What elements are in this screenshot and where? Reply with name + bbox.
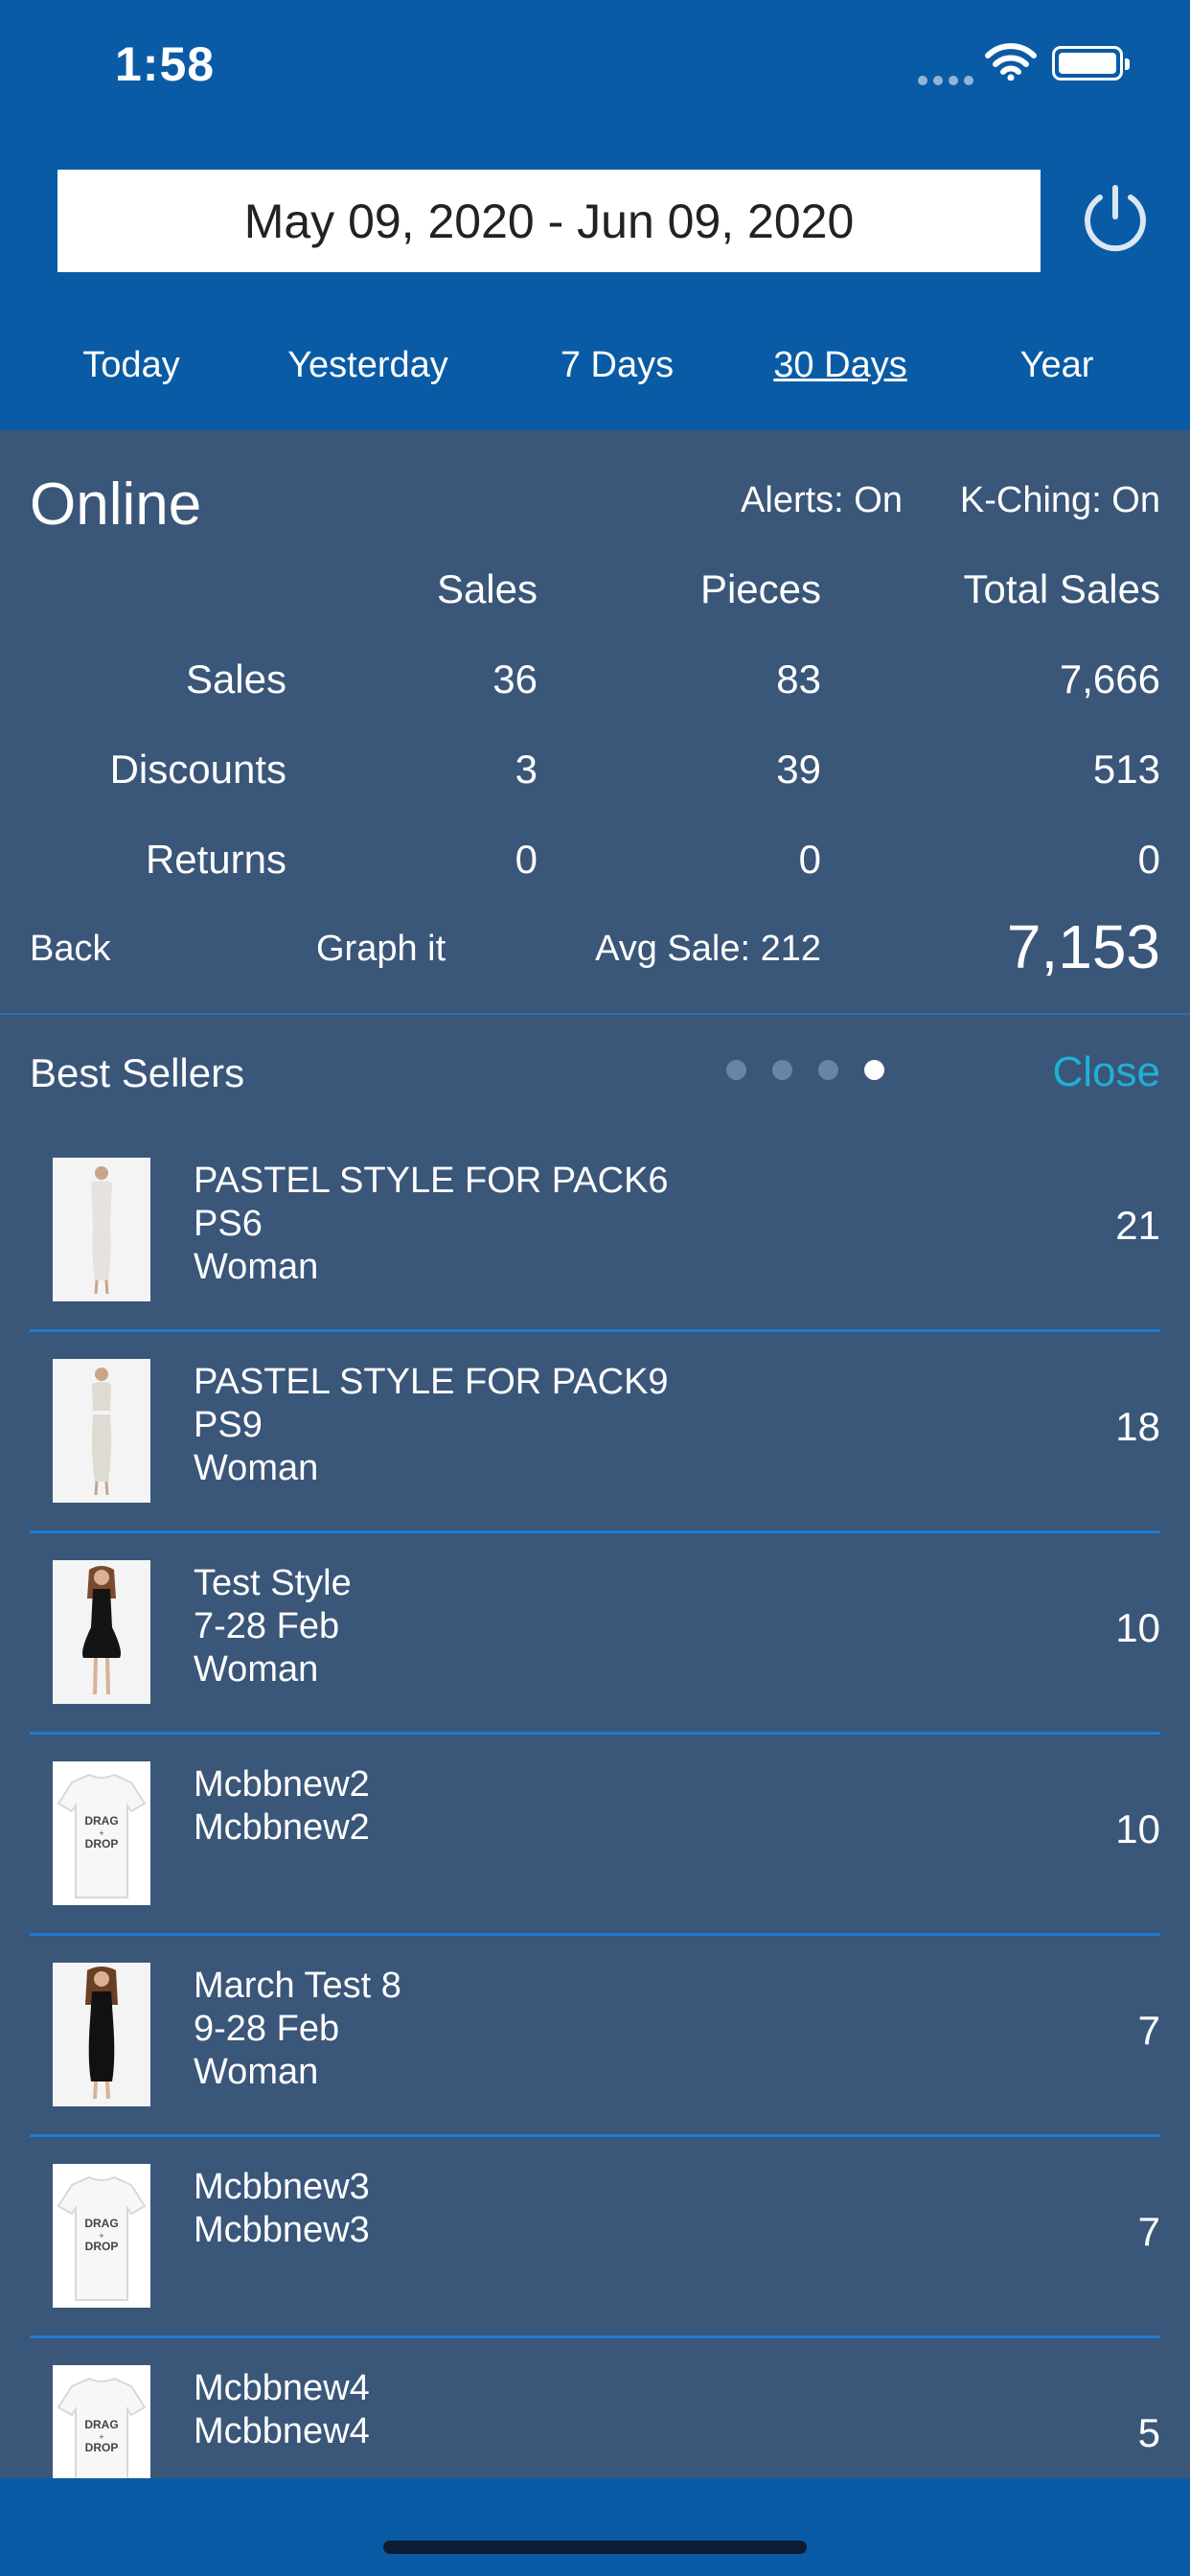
product-quantity: 5 xyxy=(1137,2410,1160,2455)
bottom-bar xyxy=(0,2478,1190,2576)
divider xyxy=(0,1013,1190,1015)
list-item[interactable]: Test Style 7-28 Feb Woman 10 xyxy=(30,1533,1160,1735)
tshirt-print-top: DRAG xyxy=(84,1814,118,1828)
product-name: Mcbbnew3 xyxy=(194,2167,370,2207)
product-info: Mcbbnew3 Mcbbnew3 xyxy=(194,2166,370,2252)
product-info: PASTEL STYLE FOR PACK6 PS6 Woman xyxy=(194,1160,669,1289)
product-code: Mcbbnew3 xyxy=(194,2210,370,2250)
row-label-returns: Returns xyxy=(145,837,286,882)
tab-year[interactable]: Year xyxy=(1020,345,1094,386)
tab-7-days[interactable]: 7 Days xyxy=(561,345,674,386)
sales-count: 36 xyxy=(492,656,538,702)
returns-count: 0 xyxy=(515,837,538,882)
product-name: March Test 8 xyxy=(194,1966,401,2006)
list-item[interactable]: March Test 8 9-28 Feb Woman 7 xyxy=(30,1936,1160,2137)
product-name: Test Style xyxy=(194,1563,352,1603)
product-image: DRAG + DROP xyxy=(53,2164,150,2308)
header: 1:58 May 09, 2020 - Jun 09, 2020 Today Y… xyxy=(0,0,1190,430)
sales-summary: Online Alerts: On K-Ching: On Sales Piec… xyxy=(0,430,1190,1015)
product-info: PASTEL STYLE FOR PACK9 PS9 Woman xyxy=(194,1361,669,1490)
discounts-pieces: 39 xyxy=(776,747,821,792)
sales-pieces: 83 xyxy=(776,656,821,702)
product-code: Mcbbnew2 xyxy=(194,1807,370,1848)
product-quantity: 10 xyxy=(1115,1806,1160,1852)
power-icon[interactable] xyxy=(1079,182,1152,255)
product-quantity: 21 xyxy=(1115,1203,1160,1248)
product-image xyxy=(53,1560,150,1704)
tshirt-print-bottom: DROP xyxy=(85,2240,119,2253)
product-info: Mcbbnew4 Mcbbnew4 xyxy=(194,2367,370,2453)
product-category: Woman xyxy=(194,1247,319,1287)
product-image xyxy=(53,1158,150,1301)
avg-sale: Avg Sale: 212 xyxy=(595,929,821,969)
close-button[interactable]: Close xyxy=(1053,1048,1161,1096)
row-label-discounts: Discounts xyxy=(109,747,286,792)
product-code: PS6 xyxy=(194,1204,263,1244)
channel-title: Online xyxy=(30,472,202,538)
sales-total: 7,666 xyxy=(1059,656,1160,702)
tshirt-print-bottom: DROP xyxy=(85,2441,119,2454)
home-indicator[interactable] xyxy=(383,2541,807,2554)
product-category: Woman xyxy=(194,1649,319,1690)
tab-today[interactable]: Today xyxy=(82,345,179,386)
product-code: 9-28 Feb xyxy=(194,2009,340,2049)
tshirt-print-top: DRAG xyxy=(84,2418,118,2431)
product-info: Test Style 7-28 Feb Woman xyxy=(194,1562,352,1691)
product-info: March Test 8 9-28 Feb Woman xyxy=(194,1965,401,2094)
status-time: 1:58 xyxy=(115,37,216,91)
battery-icon xyxy=(1052,46,1130,80)
tshirt-print-bottom: DROP xyxy=(85,1837,119,1851)
product-name: PASTEL STYLE FOR PACK6 xyxy=(194,1161,669,1201)
tshirt-print-top: DRAG xyxy=(84,2217,118,2230)
page-dot[interactable] xyxy=(818,1060,838,1080)
list-item[interactable]: PASTEL STYLE FOR PACK6 PS6 Woman 21 xyxy=(30,1131,1160,1332)
product-category: Woman xyxy=(194,2052,319,2092)
product-code: PS9 xyxy=(194,1405,263,1445)
row-label-sales: Sales xyxy=(185,656,286,702)
wifi-icon xyxy=(985,43,1037,80)
discounts-count: 3 xyxy=(515,747,538,792)
product-quantity: 7 xyxy=(1137,2008,1160,2053)
page-indicator[interactable] xyxy=(726,1060,910,1085)
product-name: Mcbbnew2 xyxy=(194,1764,370,1805)
product-quantity: 18 xyxy=(1115,1404,1160,1449)
list-item[interactable]: PASTEL STYLE FOR PACK9 PS9 Woman 18 xyxy=(30,1332,1160,1533)
tab-30-days[interactable]: 30 Days xyxy=(773,345,906,386)
page-dot[interactable] xyxy=(726,1060,746,1080)
alerts-toggle[interactable]: Alerts: On xyxy=(741,480,903,521)
best-sellers-title: Best Sellers xyxy=(30,1050,245,1095)
page-dot-active[interactable] xyxy=(864,1060,884,1080)
returns-total: 0 xyxy=(1137,837,1160,882)
date-range-picker[interactable]: May 09, 2020 - Jun 09, 2020 xyxy=(57,170,1041,272)
page-dot[interactable] xyxy=(772,1060,792,1080)
best-sellers-list: PASTEL STYLE FOR PACK6 PS6 Woman 21 PAST… xyxy=(0,1131,1190,2540)
product-category: Woman xyxy=(194,1448,319,1488)
column-header-total-sales: Total Sales xyxy=(963,566,1160,611)
cellular-signal-icon xyxy=(918,73,979,90)
tab-yesterday[interactable]: Yesterday xyxy=(287,345,448,386)
product-info: Mcbbnew2 Mcbbnew2 xyxy=(194,1763,370,1850)
kching-toggle[interactable]: K-Ching: On xyxy=(960,480,1160,521)
returns-pieces: 0 xyxy=(798,837,821,882)
graph-it-button[interactable]: Graph it xyxy=(316,929,446,970)
product-quantity: 10 xyxy=(1115,1605,1160,1650)
product-image xyxy=(53,1963,150,2106)
product-code: 7-28 Feb xyxy=(194,1606,340,1646)
net-total: 7,153 xyxy=(1006,912,1160,981)
discounts-total: 513 xyxy=(1092,747,1160,792)
status-bar: 1:58 xyxy=(0,0,1190,134)
range-tabs: Today Yesterday 7 Days 30 Days Year xyxy=(0,335,1190,402)
list-item[interactable]: DRAG + DROP Mcbbnew2 Mcbbnew2 10 xyxy=(30,1735,1160,1936)
product-image: DRAG + DROP xyxy=(53,1761,150,1905)
product-quantity: 7 xyxy=(1137,2209,1160,2254)
product-name: Mcbbnew4 xyxy=(194,2368,370,2408)
product-name: PASTEL STYLE FOR PACK9 xyxy=(194,1362,669,1402)
column-header-pieces: Pieces xyxy=(699,566,821,611)
product-image xyxy=(53,1359,150,1503)
product-code: Mcbbnew4 xyxy=(194,2411,370,2451)
column-header-sales: Sales xyxy=(436,566,538,611)
list-item[interactable]: DRAG + DROP Mcbbnew3 Mcbbnew3 7 xyxy=(30,2137,1160,2338)
back-button[interactable]: Back xyxy=(30,929,110,970)
